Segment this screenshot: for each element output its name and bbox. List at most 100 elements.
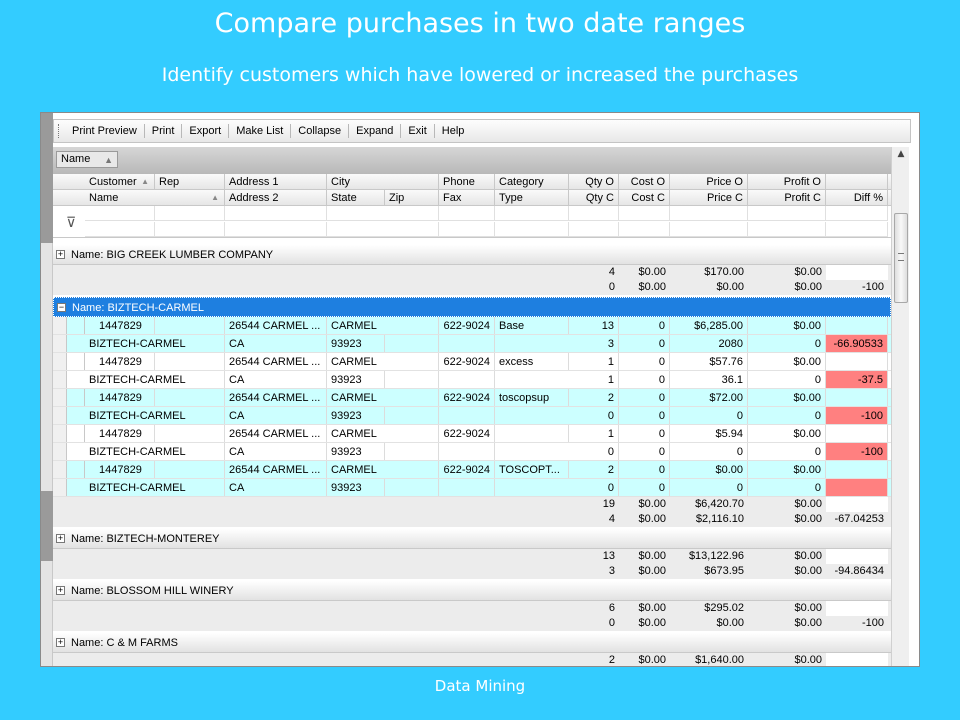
filter-cell[interactable] — [85, 222, 155, 237]
toolbar-collapse-button[interactable]: Collapse — [291, 125, 348, 137]
filter-cell[interactable] — [670, 206, 748, 221]
table-row[interactable]: BIZTECH-CARMEL CA 93923 1 0 36.1 0 -37.5 — [53, 371, 891, 389]
filter-cell[interactable] — [155, 222, 225, 237]
column-header[interactable]: Rep — [155, 174, 225, 190]
group-row[interactable]: + Name: C & M FARMS — [53, 633, 891, 653]
filter-cell[interactable] — [619, 222, 670, 237]
toolbar-expand-button[interactable]: Expand — [349, 125, 400, 137]
filter-cell[interactable] — [748, 222, 826, 237]
toolbar-export-button[interactable]: Export — [182, 125, 228, 137]
expand-icon[interactable]: + — [56, 250, 65, 259]
column-header[interactable]: Category — [495, 174, 569, 190]
scroll-up-arrow-icon[interactable]: ▲ — [892, 149, 910, 159]
filter-cell[interactable] — [495, 222, 569, 237]
filter-cell[interactable] — [439, 222, 495, 237]
expand-icon[interactable]: + — [56, 534, 65, 543]
group-row[interactable]: − Name: BIZTECH-CARMEL — [53, 297, 891, 317]
filter-cell[interactable] — [569, 222, 619, 237]
column-header-label: Customer — [89, 176, 137, 188]
filter-cell[interactable] — [826, 222, 888, 237]
grid-cell: $0.00 — [638, 617, 666, 629]
filter-cell[interactable] — [670, 222, 748, 237]
group-label: Name: C & M FARMS — [71, 637, 178, 649]
column-header[interactable]: State — [327, 190, 385, 206]
table-row[interactable]: BIZTECH-CARMEL CA 93923 0 0 0 0 -100 — [53, 443, 891, 461]
column-header[interactable]: Fax — [439, 190, 495, 206]
expand-icon[interactable]: + — [56, 638, 65, 647]
column-header[interactable]: Address 1 — [225, 174, 327, 190]
grid-cell: -67.04253 — [834, 513, 884, 525]
filter-cell[interactable] — [327, 222, 439, 237]
summary-row: 13 $0.00 $13,122.96 $0.00 — [53, 549, 891, 564]
column-header[interactable]: Diff % — [826, 190, 888, 206]
grid-cell: 1 — [569, 371, 619, 388]
column-header[interactable]: Phone — [439, 174, 495, 190]
toolbar-print-preview-button[interactable]: Print Preview — [65, 125, 144, 137]
scroll-grip-icon — [898, 253, 904, 261]
grid-cell — [155, 425, 225, 442]
expand-icon[interactable]: + — [56, 586, 65, 595]
column-header[interactable]: Type — [495, 190, 569, 206]
header-row-2: Name ▲ Address 2 State Zip Fax Type Qty C Cost C… — [53, 190, 891, 206]
grid-cell: $170.00 — [704, 266, 744, 278]
collapse-icon[interactable]: − — [57, 303, 66, 312]
column-header[interactable]: Customer ▲ — [85, 174, 155, 190]
table-row[interactable]: 1447829 26544 CARMEL ... CARMEL 622-9024 exc… — [53, 353, 891, 371]
filter-cell[interactable] — [225, 206, 327, 221]
vertical-scrollbar[interactable]: ▲ — [891, 147, 910, 666]
grid-cell: BIZTECH-CARMEL — [85, 443, 225, 460]
toolbar-help-button[interactable]: Help — [435, 125, 472, 137]
row-indent — [67, 317, 85, 334]
filter-icon[interactable]: ⊽ — [66, 214, 76, 231]
grid-cell: 0 — [670, 407, 748, 424]
column-header[interactable]: Zip — [385, 190, 439, 206]
column-header[interactable]: Cost O — [619, 174, 670, 190]
column-header[interactable]: Price C — [670, 190, 748, 206]
column-header[interactable]: City — [327, 174, 439, 190]
column-header[interactable]: Price O — [670, 174, 748, 190]
grid-cell: $6,285.00 — [670, 317, 748, 334]
grid-cell: $0.00 — [748, 461, 826, 478]
toolbar-exit-button[interactable]: Exit — [401, 125, 433, 137]
filter-cell[interactable] — [569, 206, 619, 221]
grid-cell: $0.00 — [748, 425, 826, 442]
group-row[interactable]: + Name: BLOSSOM HILL WINERY — [53, 581, 891, 601]
grid-cell — [495, 425, 569, 442]
table-row[interactable]: BIZTECH-CARMEL CA 93923 3 0 2080 0 -66.90533 — [53, 335, 891, 353]
group-row[interactable]: + Name: BIZTECH-MONTEREY — [53, 529, 891, 549]
column-header[interactable]: Profit C — [748, 190, 826, 206]
toolbar-make-list-button[interactable]: Make List — [229, 125, 290, 137]
row-indent — [53, 353, 67, 370]
column-header[interactable]: Qty C — [569, 190, 619, 206]
row-indent — [53, 371, 67, 388]
group-row[interactable]: + Name: BIG CREEK LUMBER COMPANY — [53, 245, 891, 265]
filter-cell[interactable] — [619, 206, 670, 221]
filter-cell[interactable] — [225, 222, 327, 237]
group-by-chip-name[interactable]: Name ▲ — [56, 151, 118, 168]
grid-cell: 93923 — [327, 371, 385, 388]
column-header[interactable]: Qty O — [569, 174, 619, 190]
grid-cell: CA — [225, 371, 327, 388]
column-header[interactable]: Address 2 — [225, 190, 327, 206]
filter-cell[interactable] — [495, 206, 569, 221]
table-row[interactable]: 1447829 26544 CARMEL ... CARMEL 622-9024 TOS… — [53, 461, 891, 479]
filter-cell[interactable] — [826, 206, 888, 221]
filter-cell[interactable] — [439, 206, 495, 221]
column-header[interactable]: Cost C — [619, 190, 670, 206]
column-header[interactable]: Profit O — [748, 174, 826, 190]
table-row[interactable]: 1447829 26544 CARMEL ... CARMEL 622-9024 Bas… — [53, 317, 891, 335]
grid-cell: BIZTECH-CARMEL — [85, 335, 225, 352]
filter-cell[interactable] — [85, 206, 155, 221]
toolbar-print-button[interactable]: Print — [145, 125, 182, 137]
table-row[interactable]: 1447829 26544 CARMEL ... CARMEL 622-9024 tos… — [53, 389, 891, 407]
table-row[interactable]: 1447829 26544 CARMEL ... CARMEL 622-9024 1 0 $… — [53, 425, 891, 443]
filter-cell[interactable] — [327, 206, 439, 221]
table-row[interactable]: BIZTECH-CARMEL CA 93923 0 0 0 0 — [53, 479, 891, 497]
grid-cell: CA — [225, 479, 327, 496]
column-header[interactable] — [826, 174, 888, 190]
table-row[interactable]: BIZTECH-CARMEL CA 93923 0 0 0 0 -100 — [53, 407, 891, 425]
filter-cell[interactable] — [748, 206, 826, 221]
filter-cell[interactable] — [155, 206, 225, 221]
grid-cell: 3 — [608, 565, 615, 577]
column-header[interactable]: Name ▲ — [85, 190, 225, 206]
